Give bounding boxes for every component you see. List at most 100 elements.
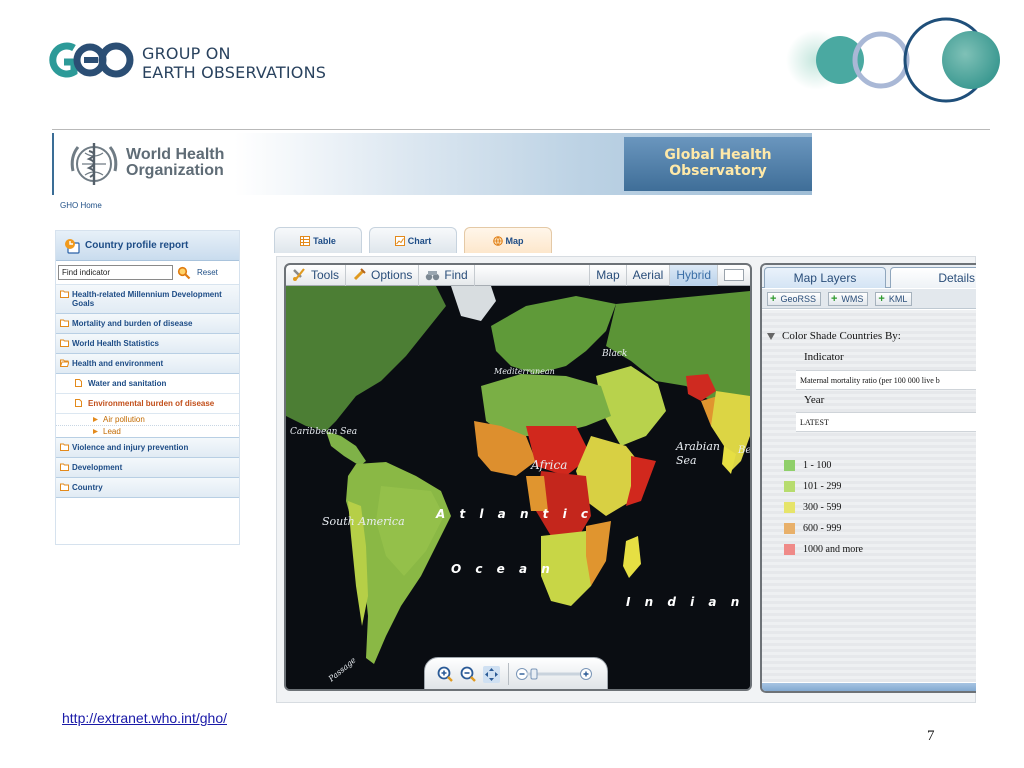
zoom-controls	[424, 657, 608, 689]
legend-swatch	[784, 523, 795, 534]
arrow-right-icon	[93, 417, 98, 422]
nav-item-mortality[interactable]: Mortality and burden of disease	[56, 314, 239, 334]
legend-swatch	[784, 460, 795, 471]
table-icon	[300, 235, 311, 246]
nav-item-label: Water and sanitation	[88, 379, 167, 388]
view-aerial-button[interactable]: Aerial	[627, 265, 671, 286]
label-indian-ocean: I n d i a n O c e	[626, 595, 750, 609]
nav-item-mdg[interactable]: Health-related Millennium Development Go…	[56, 285, 239, 314]
nav-item-air-pollution[interactable]: Air pollution	[56, 414, 239, 426]
find-row: Reset	[56, 261, 239, 285]
nav-item-environmental-burden[interactable]: Environmental burden of disease	[56, 394, 239, 414]
year-select[interactable]: LATEST	[796, 412, 976, 432]
search-icon[interactable]	[177, 266, 191, 280]
folder-icon	[60, 339, 69, 347]
gho-url-link[interactable]: http://extranet.who.int/gho/	[62, 710, 227, 726]
arrow-right-icon	[93, 429, 98, 434]
zoom-in-icon[interactable]	[437, 666, 454, 683]
who-banner: World Health Organization Global Health …	[52, 133, 812, 195]
options-icon	[353, 268, 366, 281]
panel-title: Country profile report	[85, 240, 189, 251]
nav-item-violence-injury[interactable]: Violence and injury prevention	[56, 438, 239, 458]
label-mediterranean: Mediterranean	[494, 367, 555, 376]
document-icon	[75, 399, 82, 407]
tab-map[interactable]: Map	[464, 227, 552, 253]
plus-icon: +	[770, 292, 777, 305]
label-bay: Be	[738, 445, 752, 456]
reset-link[interactable]: Reset	[197, 268, 218, 277]
layer-buttons: + GeoRSS + WMS + KML	[762, 289, 976, 309]
layer-settings: Color Shade Countries By: Indicator Mate…	[762, 310, 976, 682]
nav-item-label: Health-related Millennium Development Go…	[72, 290, 222, 308]
panel-resize-handle[interactable]	[762, 683, 976, 691]
zoom-out-icon[interactable]	[460, 666, 477, 683]
nav-item-country[interactable]: Country	[56, 478, 239, 498]
label-ocean: O c e a n	[451, 562, 555, 576]
map-viewport[interactable]: Tools Options Find Map Aerial Hybrid Car…	[284, 263, 752, 691]
nav-item-label: Violence and injury prevention	[72, 443, 189, 452]
chart-icon	[394, 235, 405, 246]
tab-details[interactable]: Details	[890, 267, 976, 288]
legend-swatch	[784, 481, 795, 492]
legend-row: 101 - 299	[784, 481, 841, 492]
globe-icon	[492, 235, 503, 246]
nav-item-world-health-statistics[interactable]: World Health Statistics	[56, 334, 239, 354]
minimap-toggle[interactable]	[724, 269, 744, 281]
view-tabs: Table Chart Map	[274, 227, 564, 253]
nav-item-lead[interactable]: Lead	[56, 426, 239, 438]
geo-circles-logo	[786, 17, 1000, 103]
indicator-select[interactable]: Maternal mortality ratio (per 100 000 li…	[796, 370, 976, 390]
find-button[interactable]: Find	[419, 265, 475, 286]
options-button[interactable]: Options	[346, 265, 420, 286]
gho-home-link[interactable]: GHO Home	[60, 201, 102, 210]
tools-icon	[293, 268, 305, 281]
plus-icon: +	[830, 292, 838, 305]
add-kml-button[interactable]: + KML	[875, 291, 913, 306]
who-name: World Health Organization	[126, 146, 225, 179]
legend-row: 600 - 999	[784, 523, 841, 534]
pan-icon[interactable]	[483, 665, 500, 683]
map-toolbar: Tools Options Find Map Aerial Hybrid	[286, 265, 750, 286]
folder-icon	[60, 319, 69, 327]
legend-swatch	[784, 544, 795, 555]
panel-header[interactable]: Country profile report	[56, 231, 239, 261]
view-map-button[interactable]: Map	[590, 265, 627, 286]
nav-item-label: Mortality and burden of disease	[72, 319, 193, 328]
label-arabian-sea: Arabian Sea	[676, 440, 720, 467]
nav-item-label: Health and environment	[72, 359, 164, 368]
nav-item-water-sanitation[interactable]: Water and sanitation	[56, 374, 239, 394]
folder-icon	[60, 443, 69, 451]
add-wms-button[interactable]: + WMS	[827, 291, 869, 306]
label-south-america: South America	[322, 515, 405, 528]
find-indicator-input[interactable]	[58, 265, 173, 280]
tab-chart[interactable]: Chart	[369, 227, 457, 253]
view-hybrid-button[interactable]: Hybrid	[670, 265, 718, 286]
indicator-label: Indicator	[804, 351, 844, 363]
page-number: 7	[927, 728, 935, 744]
tab-table[interactable]: Table	[274, 227, 362, 253]
plus-icon: +	[878, 292, 885, 305]
geo-logo	[49, 42, 134, 78]
layer-tabs: Map Layers Details	[762, 265, 976, 288]
label-caribbean-sea: Caribbean Sea	[290, 427, 358, 437]
world-map	[286, 286, 750, 689]
label-africa: Africa	[531, 458, 568, 472]
nav-item-label: Lead	[103, 427, 121, 436]
binoculars-icon	[426, 271, 440, 281]
nav-item-health-environment[interactable]: Health and environment	[56, 354, 239, 374]
tools-button[interactable]: Tools	[286, 265, 347, 286]
folder-icon	[60, 483, 69, 491]
zoom-slider[interactable]	[515, 667, 593, 681]
header-divider	[52, 129, 990, 130]
nav-item-development[interactable]: Development	[56, 458, 239, 478]
zoom-separator	[508, 663, 509, 685]
add-georss-button[interactable]: + GeoRSS	[767, 291, 821, 306]
collapse-triangle-icon[interactable]	[767, 333, 775, 340]
map-layers-panel: Map Layers Details + GeoRSS + WMS + KML Col…	[760, 263, 976, 693]
report-icon	[65, 238, 80, 254]
legend-swatch	[784, 502, 795, 513]
nav-item-label: Development	[72, 463, 123, 472]
tab-map-layers[interactable]: Map Layers	[764, 267, 886, 288]
geo-title: GROUP ON EARTH OBSERVATIONS	[142, 44, 327, 82]
folder-icon	[60, 463, 69, 471]
